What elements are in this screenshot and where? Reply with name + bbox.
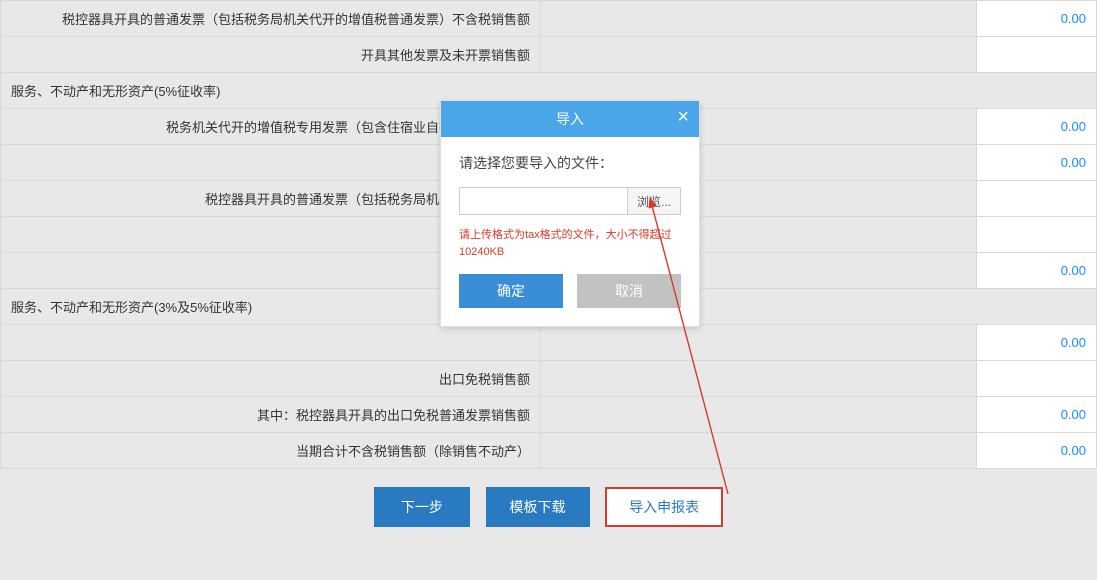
row-label: 税控器具开具的普通发票（包括税务局机关代开的增值税普通发票）不含税销售额: [1, 1, 541, 37]
modal-prompt: 请选择您要导入的文件：: [459, 153, 681, 173]
row-label: 出口免税销售额: [1, 361, 541, 397]
modal-body: 请选择您要导入的文件： 浏览... 请上传格式为tax格式的文件，大小不得超过1…: [441, 137, 699, 326]
row-value[interactable]: 0.00: [977, 1, 1097, 37]
table-row: 出口免税销售额: [1, 361, 1097, 397]
file-chooser: 浏览...: [459, 187, 681, 215]
browse-button[interactable]: 浏览...: [627, 188, 680, 214]
cancel-button[interactable]: 取消: [577, 274, 681, 308]
import-modal: 导入 × 请选择您要导入的文件： 浏览... 请上传格式为tax格式的文件，大小…: [440, 100, 700, 327]
action-button-row: 下一步 模板下载 导入申报表: [0, 469, 1097, 545]
row-label: 当期合计不含税销售额（除销售不动产）: [1, 433, 541, 469]
row-value[interactable]: [977, 181, 1097, 217]
row-value[interactable]: [977, 217, 1097, 253]
row-value[interactable]: 0.00: [977, 397, 1097, 433]
close-icon[interactable]: ×: [677, 101, 689, 137]
row-value[interactable]: [977, 361, 1097, 397]
table-row: 0.00: [1, 325, 1097, 361]
row-label: 其中：税控器具开具的出口免税普通发票销售额: [1, 397, 541, 433]
upload-hint: 请上传格式为tax格式的文件，大小不得超过10240KB: [459, 227, 681, 260]
ok-button[interactable]: 确定: [459, 274, 563, 308]
row-value[interactable]: 0.00: [977, 109, 1097, 145]
table-row: 税控器具开具的普通发票（包括税务局机关代开的增值税普通发票）不含税销售额 0.0…: [1, 1, 1097, 37]
template-download-button[interactable]: 模板下载: [486, 487, 590, 527]
row-value[interactable]: 0.00: [977, 145, 1097, 181]
table-row: 当期合计不含税销售额（除销售不动产） 0.00: [1, 433, 1097, 469]
row-value[interactable]: 0.00: [977, 253, 1097, 289]
file-input[interactable]: [460, 188, 627, 214]
row-value[interactable]: [977, 37, 1097, 73]
modal-title: 导入: [556, 111, 584, 127]
row-value[interactable]: 0.00: [977, 433, 1097, 469]
import-report-button[interactable]: 导入申报表: [605, 487, 723, 527]
row-value[interactable]: 0.00: [977, 325, 1097, 361]
row-label: [1, 325, 541, 361]
row-label: 开具其他发票及未开票销售额: [1, 37, 541, 73]
table-row: 开具其他发票及未开票销售额: [1, 37, 1097, 73]
next-button[interactable]: 下一步: [374, 487, 470, 527]
modal-header: 导入 ×: [441, 101, 699, 137]
table-row: 其中：税控器具开具的出口免税普通发票销售额 0.00: [1, 397, 1097, 433]
modal-button-row: 确定 取消: [459, 274, 681, 308]
